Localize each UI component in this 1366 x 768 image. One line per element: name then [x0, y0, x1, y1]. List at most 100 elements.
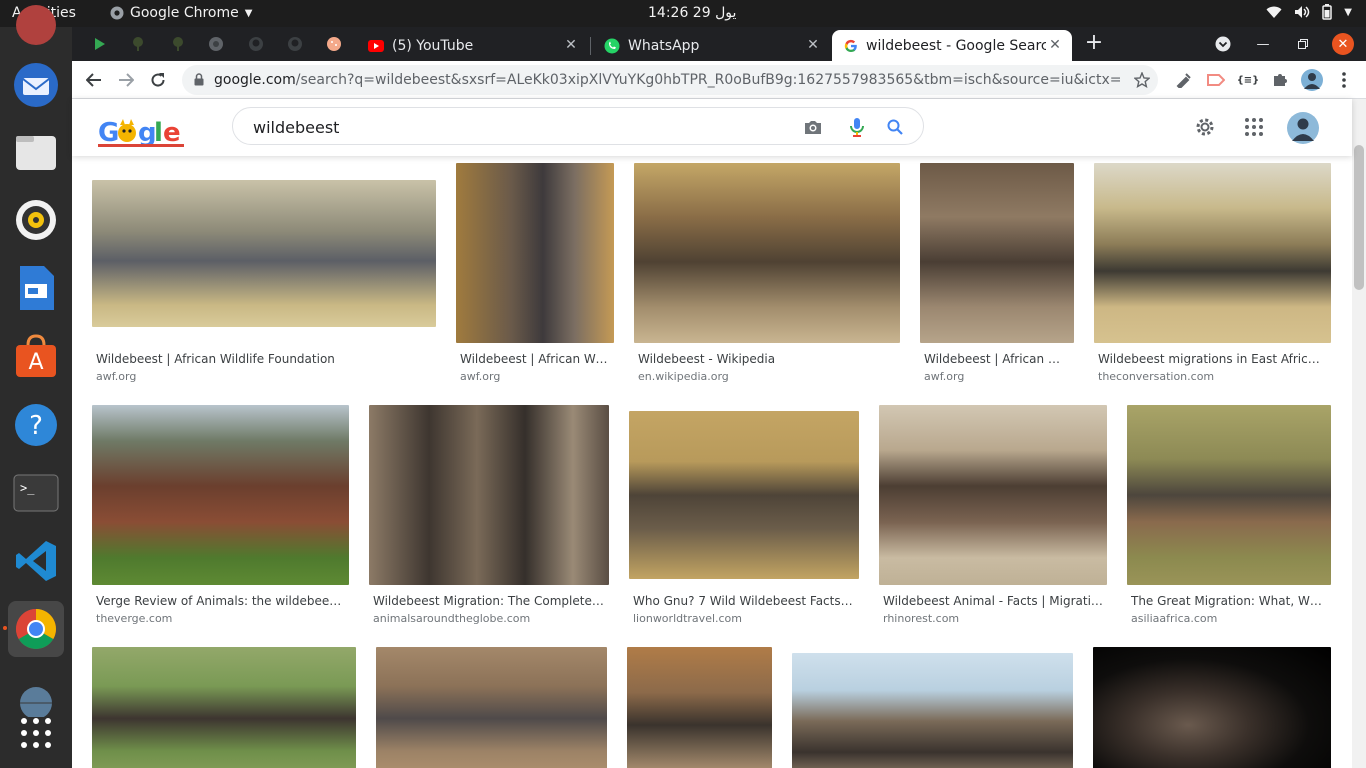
- result-thumbnail[interactable]: [1094, 163, 1331, 343]
- software-center-icon: A: [16, 334, 56, 377]
- result-thumbnail[interactable]: [627, 647, 772, 768]
- image-result[interactable]: [376, 647, 607, 768]
- new-tab-button[interactable]: +: [1082, 32, 1106, 56]
- search-icon: [887, 119, 903, 135]
- show-applications-button[interactable]: [8, 705, 64, 761]
- image-result[interactable]: The Great Migration: What, When ... asil…: [1127, 405, 1331, 630]
- dock-item-software[interactable]: A: [8, 328, 64, 384]
- result-thumbnail[interactable]: [1127, 405, 1331, 585]
- dock-item-impress[interactable]: [8, 260, 64, 316]
- close-icon[interactable]: ✕: [1046, 36, 1064, 54]
- result-title[interactable]: Wildebeest | African Wild...: [924, 352, 1070, 366]
- image-result[interactable]: [792, 647, 1073, 768]
- result-thumbnail[interactable]: [92, 405, 349, 585]
- dock-item-help[interactable]: ?: [8, 397, 64, 453]
- pinned-tab-4[interactable]: [206, 34, 226, 54]
- result-title[interactable]: Who Gnu? 7 Wild Wildebeest Facts | Li...: [633, 594, 855, 608]
- profile-button[interactable]: [1300, 68, 1324, 92]
- result-title[interactable]: Wildebeest - Wikipedia: [638, 352, 896, 366]
- image-result[interactable]: Verge Review of Animals: the wildebeest …: [92, 405, 349, 630]
- result-thumbnail[interactable]: [634, 163, 900, 343]
- dock-item-files[interactable]: [8, 124, 64, 180]
- clock[interactable]: 14:26 29 يول: [648, 5, 736, 21]
- image-result[interactable]: Wildebeest migrations in East Africa ...…: [1094, 163, 1331, 388]
- image-result[interactable]: Wildebeest | African Wildlife Foundation…: [92, 163, 436, 388]
- tab-whatsapp[interactable]: WhatsApp ✕: [592, 30, 830, 61]
- search-input[interactable]: wildebeest: [253, 118, 339, 137]
- back-button[interactable]: [82, 68, 106, 92]
- tab-search-button[interactable]: [1213, 34, 1233, 54]
- account-avatar-button[interactable]: [1286, 111, 1320, 145]
- scrollbar-thumb[interactable]: [1354, 145, 1364, 290]
- result-thumbnail[interactable]: [629, 411, 859, 579]
- image-result[interactable]: [92, 647, 356, 768]
- dock-item-chrome[interactable]: [8, 601, 64, 657]
- app-menu[interactable]: Google Chrome ▼: [110, 5, 252, 21]
- image-result[interactable]: Wildebeest - Wikipedia en.wikipedia.org: [634, 163, 900, 388]
- close-icon[interactable]: ✕: [562, 36, 580, 54]
- pinned-tab-3[interactable]: [168, 34, 188, 54]
- pinned-tab-7[interactable]: [324, 34, 344, 54]
- minimize-button[interactable]: —: [1253, 34, 1273, 54]
- result-title[interactable]: Wildebeest | African Wildl...: [460, 352, 610, 366]
- image-result[interactable]: Wildebeest Animal - Facts | Migration ..…: [879, 405, 1107, 630]
- image-result[interactable]: Wildebeest | African Wild... awf.org: [920, 163, 1074, 388]
- system-tray[interactable]: ▼: [1266, 4, 1352, 20]
- extension-arrow-icon: [1207, 74, 1225, 86]
- result-thumbnail[interactable]: [879, 405, 1107, 585]
- result-title[interactable]: The Great Migration: What, When ...: [1131, 594, 1327, 608]
- image-result[interactable]: [1093, 647, 1331, 768]
- result-thumbnail[interactable]: [369, 405, 609, 585]
- tab-strip: (5) YouTube ✕ WhatsApp ✕ wildebeest - Go…: [72, 27, 1366, 61]
- page-scrollbar[interactable]: [1352, 99, 1366, 768]
- camera-search-button[interactable]: [803, 117, 823, 137]
- result-title[interactable]: Wildebeest Migration: The Complete ...: [373, 594, 605, 608]
- extension-json[interactable]: {≡}: [1236, 68, 1260, 92]
- close-icon[interactable]: ✕: [804, 36, 822, 54]
- dock-item-rhythmbox[interactable]: [8, 192, 64, 248]
- tab-youtube[interactable]: (5) YouTube ✕: [356, 30, 588, 61]
- result-thumbnail[interactable]: [920, 163, 1074, 343]
- extension-red[interactable]: [1204, 68, 1228, 92]
- result-thumbnail[interactable]: [1093, 647, 1331, 768]
- result-thumbnail[interactable]: [456, 163, 614, 343]
- star-icon[interactable]: [1134, 72, 1150, 88]
- dock-item-vscode[interactable]: [8, 533, 64, 589]
- voice-search-button[interactable]: [847, 117, 867, 137]
- forward-button[interactable]: [114, 68, 138, 92]
- image-result[interactable]: Who Gnu? 7 Wild Wildebeest Facts | Li...…: [629, 405, 859, 630]
- result-source: rhinorest.com: [883, 612, 960, 625]
- result-title[interactable]: Wildebeest Animal - Facts | Migration ..…: [883, 594, 1103, 608]
- dock-item-partial[interactable]: [8, 0, 64, 53]
- result-thumbnail[interactable]: [92, 180, 436, 327]
- result-title[interactable]: Wildebeest | African Wildlife Foundation: [96, 352, 432, 366]
- menu-button[interactable]: [1332, 68, 1356, 92]
- whatsapp-icon: [604, 38, 620, 53]
- search-box[interactable]: wildebeest: [232, 107, 924, 145]
- extensions-button[interactable]: [1268, 68, 1292, 92]
- image-result[interactable]: Wildebeest | African Wildl... awf.org: [456, 163, 614, 388]
- tab-google-search[interactable]: wildebeest - Google Searc ✕: [832, 30, 1072, 61]
- reload-button[interactable]: [146, 68, 170, 92]
- result-thumbnail[interactable]: [376, 647, 607, 768]
- pinned-tab-2[interactable]: [128, 34, 148, 54]
- image-result[interactable]: [627, 647, 772, 768]
- dock-item-thunderbird[interactable]: [8, 57, 64, 113]
- result-thumbnail[interactable]: [792, 653, 1073, 768]
- result-title[interactable]: Wildebeest migrations in East Africa ...: [1098, 352, 1327, 366]
- maximize-button[interactable]: [1293, 34, 1313, 54]
- close-window-button[interactable]: ✕: [1332, 33, 1354, 55]
- result-title[interactable]: Verge Review of Animals: the wildebeest …: [96, 594, 345, 608]
- result-thumbnail[interactable]: [92, 647, 356, 768]
- address-bar[interactable]: google.com/search?q=wildebeest&sxsrf=ALe…: [182, 65, 1158, 95]
- settings-button[interactable]: [1192, 114, 1218, 140]
- pinned-tab-6[interactable]: [285, 34, 305, 54]
- pinned-tab-1[interactable]: [90, 34, 110, 54]
- image-result[interactable]: Wildebeest Migration: The Complete ... a…: [369, 405, 609, 630]
- search-button[interactable]: [885, 117, 905, 137]
- apps-button[interactable]: [1241, 114, 1267, 140]
- pinned-tab-5[interactable]: [246, 34, 266, 54]
- extension-eyedropper[interactable]: [1172, 68, 1196, 92]
- dock-item-terminal[interactable]: >_: [8, 465, 64, 521]
- google-doodle-logo[interactable]: G g l e: [96, 113, 188, 149]
